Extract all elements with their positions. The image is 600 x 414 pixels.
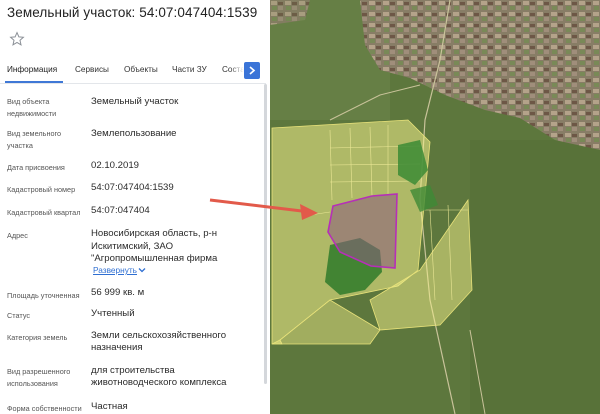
arrow-icon	[209, 198, 318, 220]
